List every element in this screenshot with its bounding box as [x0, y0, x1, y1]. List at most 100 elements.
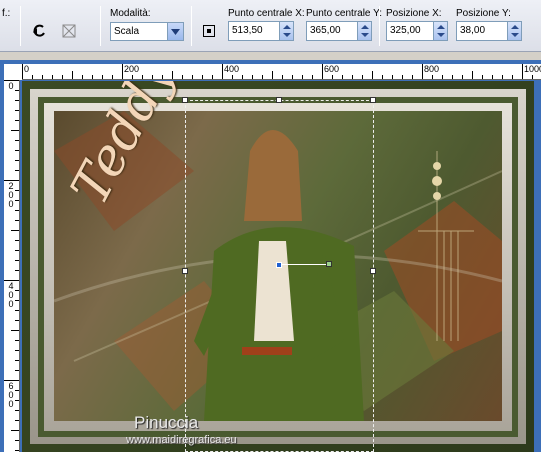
pos-y-input[interactable]: 38,00 [456, 21, 522, 41]
pos-y-spinner[interactable] [507, 22, 521, 40]
ruler-tick [472, 71, 473, 79]
separator [100, 6, 101, 46]
ruler-tick [202, 75, 203, 79]
ruler-tick [15, 420, 19, 421]
ruler-tick [282, 75, 283, 79]
reset-rotate-icon[interactable] [28, 20, 50, 42]
ruler-tick [62, 75, 63, 79]
center-y-label: Punto centrale Y: [306, 8, 382, 19]
ruler-tick [342, 75, 343, 79]
pos-y-value: 38,00 [460, 25, 486, 36]
ruler-tick [382, 75, 383, 79]
ruler-tick [15, 370, 19, 371]
ruler-tick [172, 71, 173, 79]
ruler-tick [15, 160, 19, 161]
ruler-tick [11, 330, 19, 331]
ruler-tick [15, 190, 19, 191]
pos-x-input[interactable]: 325,00 [386, 21, 448, 41]
ruler-tick [15, 390, 19, 391]
tool-options-toolbar: f.: Modalità: Scala Punto centrale X: 51… [0, 0, 541, 52]
center-point-icon[interactable] [198, 20, 220, 42]
center-y-value: 365,00 [310, 25, 341, 36]
center-x-input[interactable]: 513,50 [228, 21, 294, 41]
separator [191, 6, 192, 46]
ruler-label: 200 [124, 64, 140, 74]
ruler-label: 600 [324, 64, 340, 74]
center-y-input[interactable]: 365,00 [306, 21, 372, 41]
ruler-tick [212, 75, 213, 79]
resize-handle-top-left[interactable] [182, 97, 188, 103]
ruler-tick [92, 75, 93, 79]
ruler-tick [15, 110, 19, 111]
ruler-corner [4, 64, 22, 80]
ruler-label: 1000 [524, 64, 541, 74]
ruler-tick [252, 75, 253, 79]
ruler-tick [15, 200, 19, 201]
resize-handle-left[interactable] [182, 268, 188, 274]
ruler-tick [422, 64, 423, 79]
ruler-label: 800 [424, 64, 440, 74]
ruler-tick [242, 75, 243, 79]
ruler-tick [482, 75, 483, 79]
pos-x-spinner[interactable] [433, 22, 447, 40]
ruler-label: 400 [224, 64, 240, 74]
ruler-tick [132, 75, 133, 79]
pivot-handle[interactable] [276, 262, 282, 268]
ruler-tick [15, 90, 19, 91]
ruler-tick [312, 75, 313, 79]
resize-handle-top-right[interactable] [370, 97, 376, 103]
ruler-tick [442, 75, 443, 79]
ruler-tick [15, 450, 19, 451]
center-x-spinner[interactable] [279, 22, 293, 40]
ruler-tick [352, 75, 353, 79]
ruler-tick [15, 210, 19, 211]
ruler-tick [15, 350, 19, 351]
horizontal-ruler: 0 200 400 600 800 1000 [22, 64, 541, 80]
resize-handle-top[interactable] [276, 97, 282, 103]
ruler-tick [15, 320, 19, 321]
chevron-down-icon[interactable] [167, 23, 183, 40]
deform-pick-icon[interactable] [58, 20, 80, 42]
ruler-tick [122, 64, 123, 79]
ruler-tick [292, 75, 293, 79]
separator [20, 6, 21, 46]
ruler-tick [15, 340, 19, 341]
ruler-tick [15, 400, 19, 401]
ruler-label: 600 [8, 381, 14, 409]
ruler-tick [15, 440, 19, 441]
ruler-tick [15, 120, 19, 121]
ruler-tick [42, 75, 43, 79]
ruler-tick [112, 75, 113, 79]
center-x-value: 513,50 [232, 25, 263, 36]
ruler-tick [302, 75, 303, 79]
ruler-tick [52, 75, 53, 79]
ruler-tick [462, 75, 463, 79]
selection-bounding-box[interactable] [185, 100, 374, 452]
center-y-spinner[interactable] [357, 22, 371, 40]
mode-value: Scala [114, 26, 140, 37]
ruler-tick [532, 75, 533, 79]
ruler-tick [15, 360, 19, 361]
ruler-tick [15, 150, 19, 151]
ruler-tick [502, 75, 503, 79]
rotation-arm [282, 264, 328, 265]
ruler-tick [15, 250, 19, 251]
resize-handle-right[interactable] [370, 268, 376, 274]
ruler-tick [72, 71, 73, 79]
ruler-tick [15, 300, 19, 301]
ruler-label: 0 [24, 64, 30, 74]
ruler-tick [15, 140, 19, 141]
ruler-tick [15, 240, 19, 241]
ruler-tick [11, 430, 19, 431]
ruler-tick [102, 75, 103, 79]
ruler-tick [15, 310, 19, 311]
rotation-handle[interactable] [326, 261, 332, 267]
ruler-tick [432, 75, 433, 79]
ruler-tick [492, 75, 493, 79]
mode-select[interactable]: Scala [110, 22, 184, 41]
ruler-tick [322, 64, 323, 79]
ruler-tick [232, 75, 233, 79]
ruler-tick [142, 75, 143, 79]
ruler-tick [182, 75, 183, 79]
ruler-tick [152, 75, 153, 79]
